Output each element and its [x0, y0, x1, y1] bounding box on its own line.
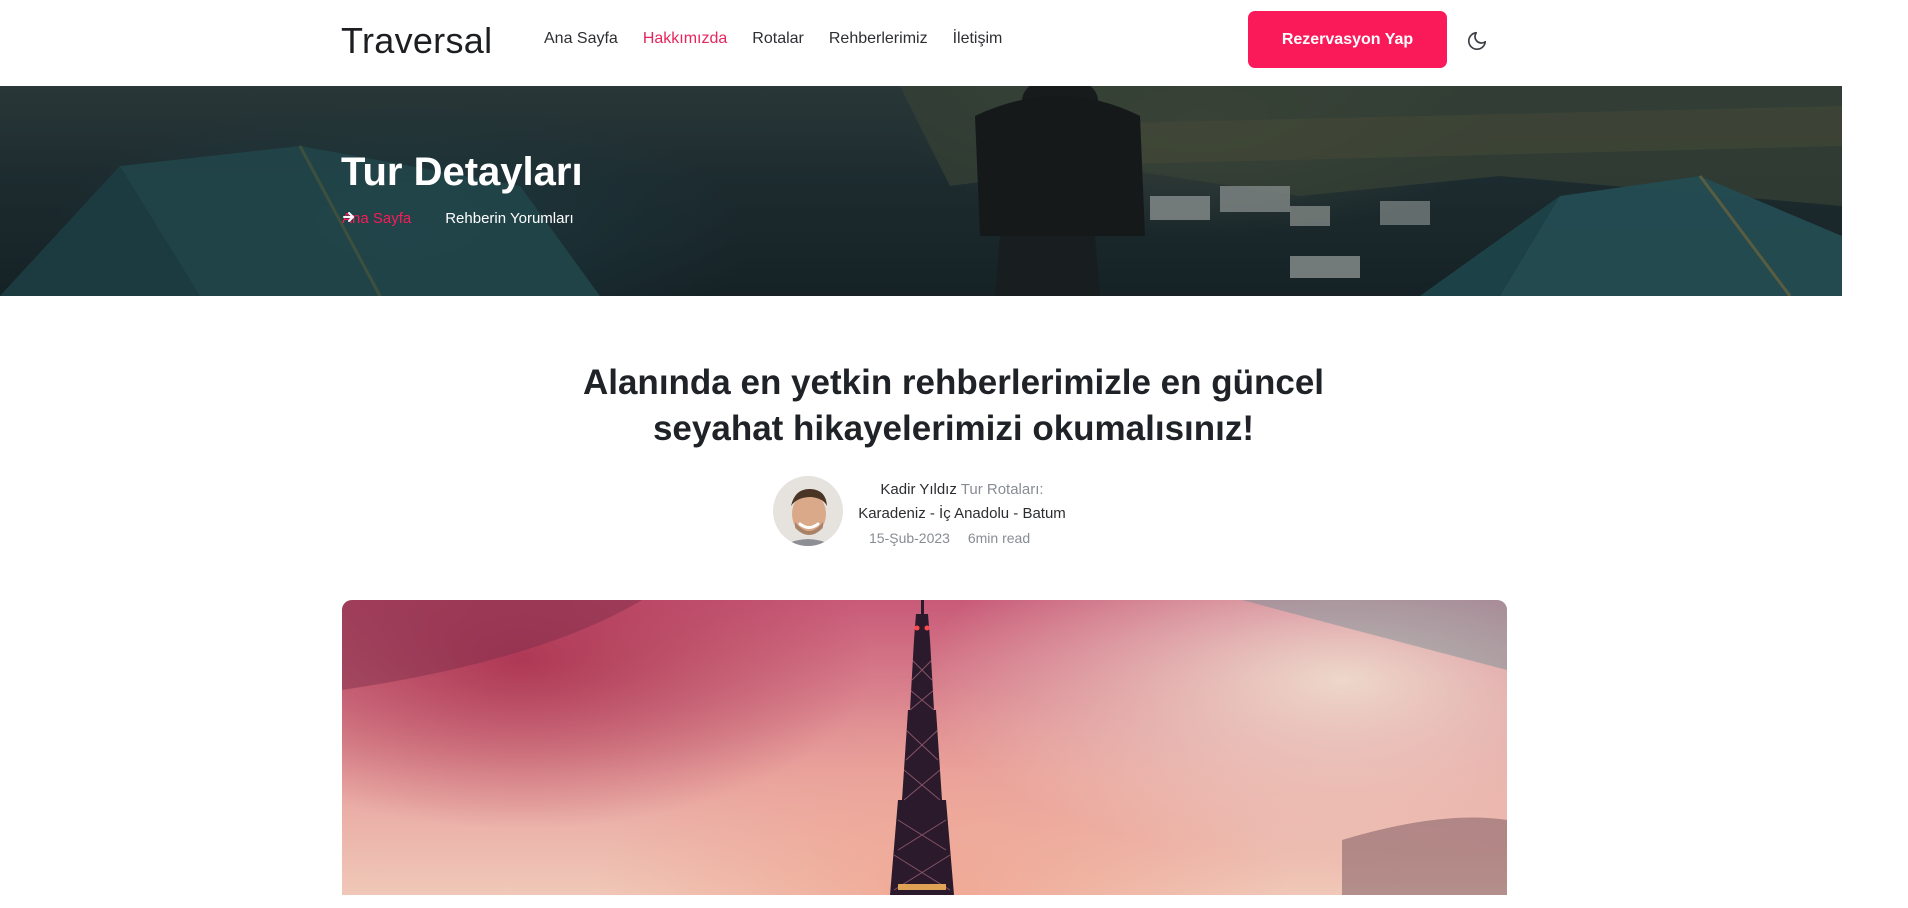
article-meta: 15-Şub-2023 6min read	[869, 530, 1030, 546]
main-nav: Ana Sayfa Hakkımızda Rotalar Rehberlerim…	[544, 30, 1027, 48]
headline-line-1: Alanında en yetkin rehberlerimizle en gü…	[582, 363, 1325, 402]
nav-item-iletisim[interactable]: İletişim	[953, 30, 1003, 48]
site-logo[interactable]: Traversal	[341, 20, 492, 62]
publish-date: 15-Şub-2023	[869, 530, 950, 546]
hero-background-image	[0, 86, 1842, 296]
author-info: Kadir Yıldız Tur Rotaları: Karadeniz - İ…	[852, 478, 1072, 526]
moon-icon[interactable]	[1462, 26, 1492, 56]
site-header: Traversal Ana Sayfa Hakkımızda Rotalar R…	[0, 0, 1908, 86]
arrow-right-icon	[343, 212, 435, 226]
headline-line-2: seyahat hikayelerimizi okumalısınız!	[652, 409, 1255, 448]
eiffel-tower	[890, 600, 954, 895]
nav-item-hakkimizda[interactable]: Hakkımızda	[643, 30, 727, 48]
feature-image	[342, 600, 1507, 895]
eiffel-tower-image	[342, 600, 1507, 895]
avatar[interactable]	[773, 476, 843, 546]
nav-item-ana-sayfa[interactable]: Ana Sayfa	[544, 30, 618, 48]
reservation-button[interactable]: Rezervasyon Yap	[1248, 11, 1447, 68]
breadcrumb-current: Rehberin Yorumları	[445, 210, 574, 227]
tour-routes: Karadeniz - İç Anadolu - Batum	[858, 505, 1066, 522]
breadcrumb: Ana Sayfa Rehberin Yorumları	[342, 210, 574, 227]
author-name[interactable]: Kadir Yıldız	[880, 481, 956, 498]
nav-item-rehberlerimiz[interactable]: Rehberlerimiz	[829, 30, 928, 48]
hero-banner: Tur Detayları Ana Sayfa Rehberin Yorumla…	[0, 86, 1842, 296]
routes-label: Tur Rotaları:	[960, 481, 1044, 498]
page-title: Tur Detayları	[341, 150, 583, 194]
article-headline: Alanında en yetkin rehberlerimizle en gü…	[440, 360, 1467, 452]
nav-item-rotalar[interactable]: Rotalar	[752, 30, 804, 48]
read-time: 6min read	[967, 530, 1031, 546]
